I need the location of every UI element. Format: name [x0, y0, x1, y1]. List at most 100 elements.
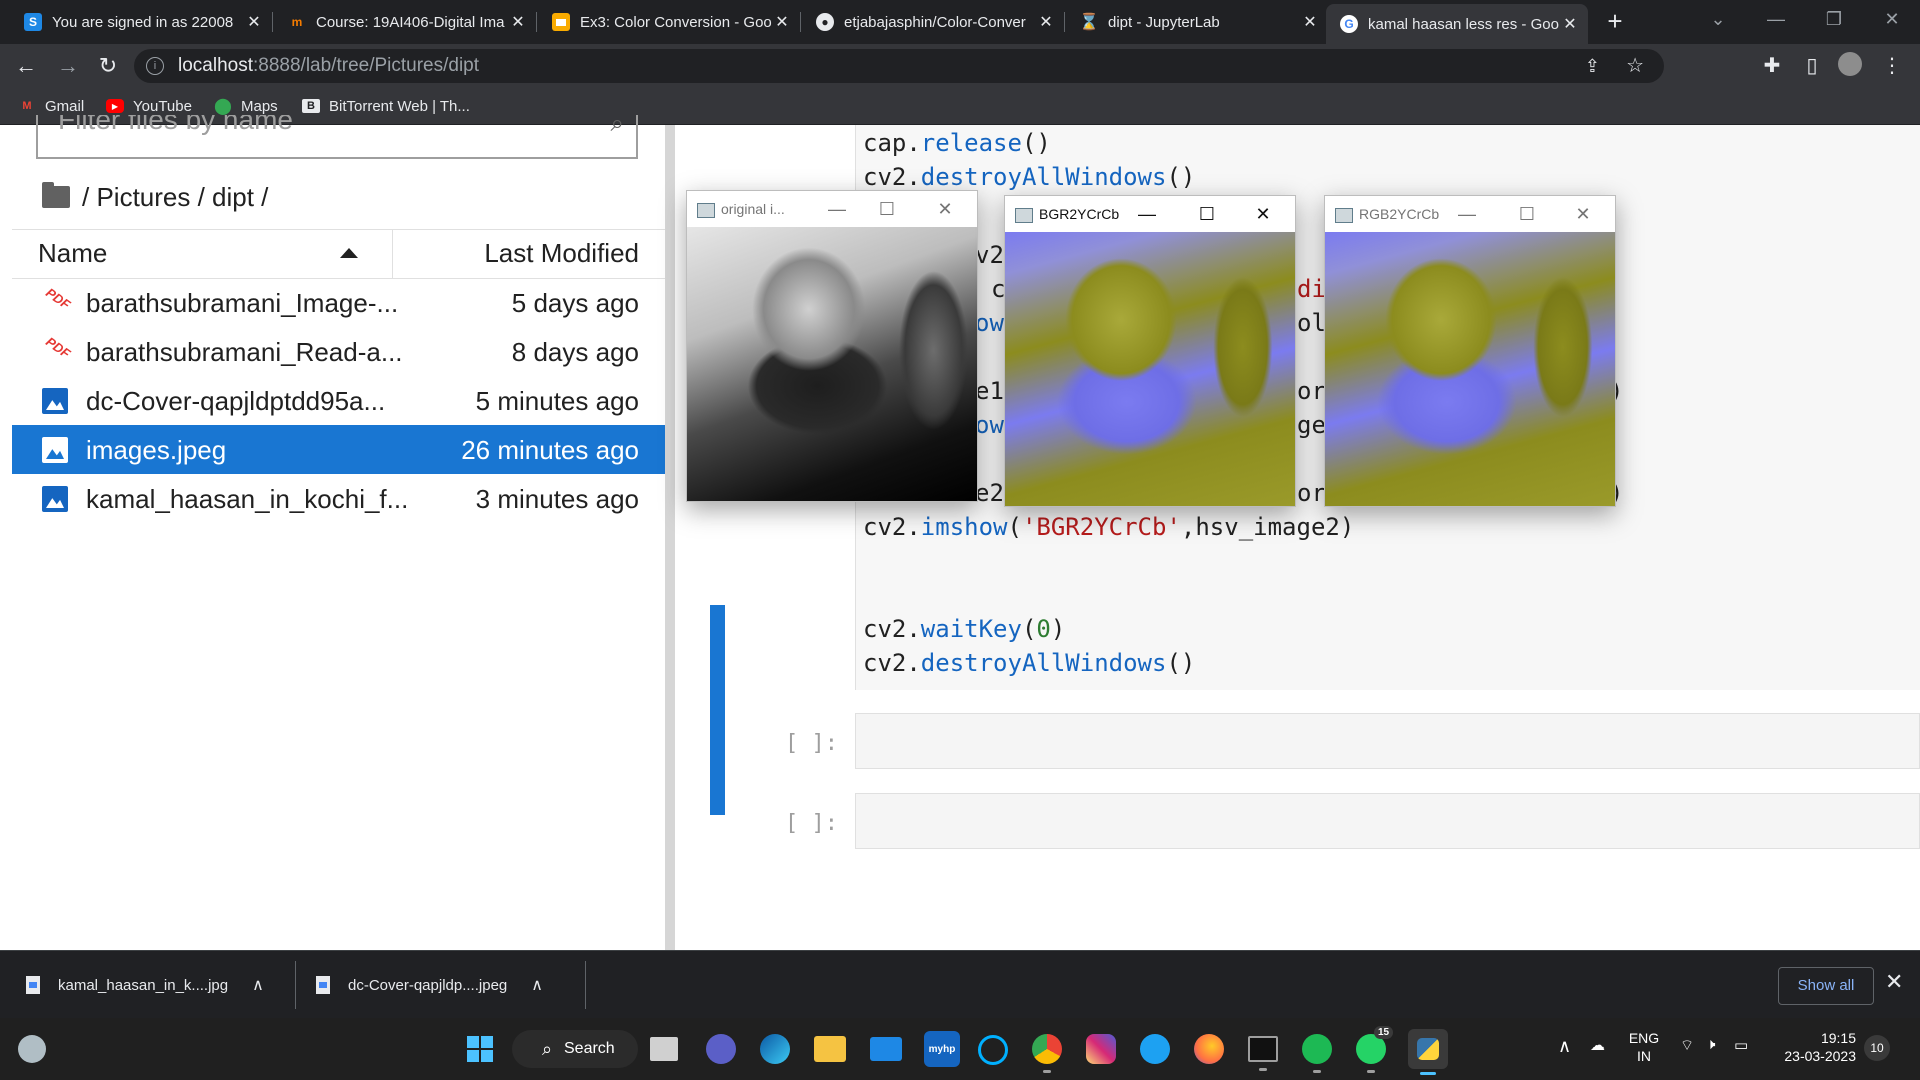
clock[interactable]: 19:15 23-03-2023	[1770, 1029, 1856, 1065]
tab-signed-in[interactable]: S You are signed in as 22008 ✕	[10, 4, 273, 40]
bgr2ycrcb-window[interactable]: BGR2YCrCb — ☐ ✕	[1004, 195, 1296, 507]
download-item[interactable]: kamal_haasan_in_k....jpg ∧	[26, 951, 296, 1019]
original-image-window[interactable]: original i... — ☐ ✕	[686, 190, 978, 502]
instagram-icon[interactable]	[1086, 1034, 1116, 1064]
tab-github[interactable]: ● etjabajasphin/Color-Conver ✕	[802, 4, 1065, 40]
cell-prompt: [ ]:	[785, 811, 838, 836]
maximize-icon[interactable]: ☐	[1507, 200, 1547, 228]
file-row-selected[interactable]: images.jpeg 26 minutes ago	[12, 425, 665, 474]
file-row[interactable]: PDF barathsubramani_Read-a... 8 days ago	[12, 327, 665, 376]
tab-google-search[interactable]: G kamal haasan less res - Goo ✕	[1326, 4, 1588, 44]
share-icon[interactable]: ⇪	[1585, 49, 1600, 83]
minimize-icon[interactable]: —	[1127, 200, 1167, 228]
close-window-icon[interactable]: ✕	[1864, 0, 1920, 40]
code-fragment: ow	[975, 411, 1004, 439]
myhp-icon[interactable]: myhp	[924, 1031, 960, 1067]
download-name: dc-Cover-qapjldp....jpeg	[348, 976, 508, 994]
firefox-icon[interactable]	[1194, 1034, 1224, 1064]
language-indicator[interactable]: ENG IN	[1622, 1029, 1666, 1065]
minimize-icon[interactable]: —	[817, 195, 857, 223]
back-arrow-icon[interactable]: ←	[10, 50, 42, 82]
close-tab-icon[interactable]: ✕	[772, 12, 792, 32]
maximize-icon[interactable]: ☐	[1187, 200, 1227, 228]
chrome-icon[interactable]	[1032, 1034, 1062, 1073]
python-icon[interactable]	[1408, 1029, 1448, 1075]
empty-code-cell[interactable]	[855, 793, 1920, 849]
menu-kebab-icon[interactable]: ⋮	[1878, 52, 1906, 80]
taskbar-search[interactable]: ⌕ Search	[512, 1030, 638, 1068]
tab-course[interactable]: m Course: 19AI406-Digital Ima ✕	[274, 4, 537, 40]
tab-jupyterlab[interactable]: ⌛ dipt - JupyterLab ✕	[1066, 4, 1328, 40]
close-tab-icon[interactable]: ✕	[1036, 12, 1056, 32]
forward-arrow-icon[interactable]: →	[52, 50, 84, 82]
twitter-icon[interactable]	[1140, 1034, 1170, 1064]
close-shelf-icon[interactable]: ✕	[1885, 969, 1903, 995]
folder-icon[interactable]	[42, 182, 70, 208]
close-icon[interactable]: ✕	[1243, 200, 1283, 228]
window-title-bar[interactable]: RGB2YCrCb — ☐ ✕	[1325, 196, 1615, 232]
spotify-icon[interactable]	[1302, 1034, 1332, 1073]
battery-icon[interactable]: ▭	[1734, 1036, 1748, 1054]
column-divider[interactable]	[392, 230, 393, 278]
close-tab-icon[interactable]: ✕	[508, 12, 528, 32]
extensions-puzzle-icon[interactable]: ✚	[1758, 52, 1786, 80]
restore-icon[interactable]: ❐	[1806, 0, 1862, 40]
profile-avatar[interactable]	[1838, 52, 1866, 80]
sort-ascending-icon[interactable]	[340, 248, 358, 258]
bookmark-label: Maps	[241, 97, 278, 115]
bookmark-star-icon[interactable]: ☆	[1626, 49, 1644, 83]
windows-start-icon[interactable]	[462, 1031, 498, 1067]
edge-browser-icon[interactable]	[760, 1034, 790, 1064]
teams-chat-icon[interactable]	[706, 1034, 736, 1064]
close-tab-icon[interactable]: ✕	[244, 12, 264, 32]
bookmark-label: YouTube	[133, 97, 192, 115]
cortana-icon[interactable]	[978, 1035, 1008, 1065]
site-info-icon[interactable]: i	[146, 57, 164, 75]
terminal-icon[interactable]	[1248, 1036, 1278, 1071]
filter-files-input[interactable]: Filter files by name ⌕	[36, 115, 638, 159]
minimize-icon[interactable]: —	[1447, 200, 1487, 228]
notification-badge[interactable]: 10	[1864, 1035, 1890, 1061]
reload-icon[interactable]: ↻	[92, 50, 124, 82]
close-tab-icon[interactable]: ✕	[1560, 14, 1580, 34]
code-token: cv2.	[863, 649, 921, 677]
close-icon[interactable]: ✕	[925, 195, 965, 223]
panel-splitter[interactable]	[665, 125, 675, 950]
chevron-up-icon[interactable]: ∧	[252, 975, 264, 995]
close-icon[interactable]: ✕	[1563, 200, 1603, 228]
close-tab-icon[interactable]: ✕	[1300, 12, 1320, 32]
side-panel-icon[interactable]: ▯	[1798, 52, 1826, 80]
breadcrumb[interactable]: / Pictures / dipt /	[42, 177, 268, 217]
file-row[interactable]: dc-Cover-qapjldptdd95a... 5 minutes ago	[12, 376, 665, 425]
wifi-icon[interactable]: ⌔	[1680, 1036, 1694, 1055]
window-title-bar[interactable]: BGR2YCrCb — ☐ ✕	[1005, 196, 1295, 232]
window-title-bar[interactable]: original i... — ☐ ✕	[687, 191, 977, 227]
volume-muted-icon[interactable]: 🕨	[1706, 1036, 1715, 1053]
download-item[interactable]: dc-Cover-qapjldp....jpeg ∧	[316, 951, 586, 1019]
tab-ex3[interactable]: Ex3: Color Conversion - Goo ✕	[538, 4, 801, 40]
show-all-button[interactable]: Show all	[1778, 967, 1874, 1005]
file-explorer-icon[interactable]	[814, 1036, 846, 1062]
modified-column-header[interactable]: Last Modified	[484, 238, 639, 269]
code-token: imshow	[920, 513, 1008, 541]
breadcrumb-path[interactable]: / Pictures / dipt /	[82, 182, 268, 213]
rgb2ycrcb-window[interactable]: RGB2YCrCb — ☐ ✕	[1324, 195, 1616, 507]
minimize-icon[interactable]: —	[1748, 0, 1804, 40]
tray-cloud-icon[interactable]: ☁	[1590, 1036, 1605, 1054]
address-bar[interactable]: i localhost:8888/lab/tree/Pictures/dipt …	[134, 49, 1664, 83]
task-view-icon[interactable]	[650, 1037, 678, 1061]
file-row[interactable]: PDF barathsubramani_Image-... 5 days ago	[12, 278, 665, 327]
empty-code-cell[interactable]	[855, 713, 1920, 769]
name-column-header[interactable]: Name	[38, 238, 107, 269]
clock-time: 19:15	[1820, 1030, 1856, 1046]
whatsapp-icon[interactable]: 15	[1356, 1026, 1394, 1073]
new-tab-button[interactable]: +	[1598, 6, 1632, 36]
chevron-up-icon[interactable]: ∧	[1558, 1036, 1571, 1057]
maximize-icon[interactable]: ☐	[867, 195, 907, 223]
chevron-up-icon[interactable]: ∧	[531, 975, 543, 995]
file-modified: 3 minutes ago	[475, 484, 639, 514]
mail-icon[interactable]	[870, 1037, 902, 1061]
weather-icon[interactable]	[18, 1035, 46, 1063]
file-row[interactable]: kamal_haasan_in_kochi_f... 3 minutes ago	[12, 474, 665, 523]
tab-search-chevron-icon[interactable]: ⌄	[1690, 0, 1746, 40]
